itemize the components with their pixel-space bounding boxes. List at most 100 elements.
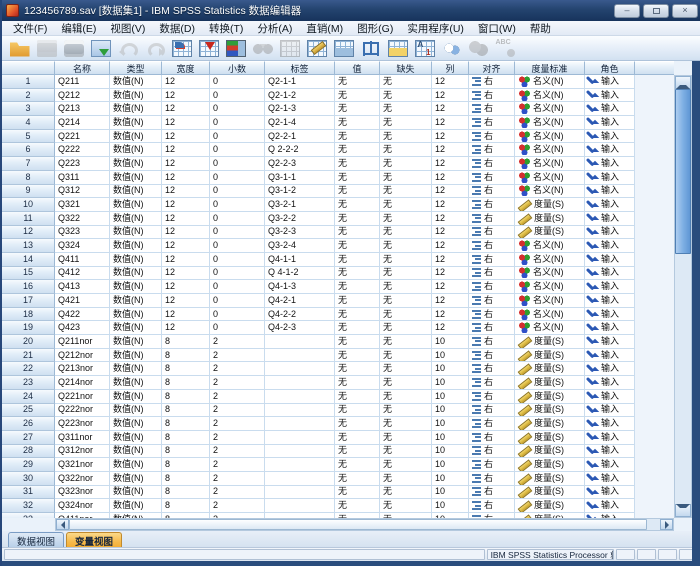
columns-cell[interactable]: 12 [432,157,469,171]
align-cell[interactable]: 右 [469,458,515,472]
label-cell[interactable]: Q3-2-2 [265,212,335,226]
name-cell[interactable]: Q213 [55,102,110,116]
align-cell[interactable]: 右 [469,212,515,226]
decimals-cell[interactable]: 0 [210,75,265,89]
missing-cell[interactable]: 无 [380,143,432,157]
width-cell[interactable]: 8 [162,431,210,445]
missing-cell[interactable]: 无 [380,239,432,253]
type-cell[interactable]: 数值(N) [110,404,162,418]
columns-cell[interactable]: 10 [432,431,469,445]
measure-cell[interactable]: 名义(N) [515,171,585,185]
role-cell[interactable]: 输入 [585,390,635,404]
type-cell[interactable]: 数值(N) [110,349,162,363]
align-cell[interactable]: 右 [469,280,515,294]
type-cell[interactable]: 数值(N) [110,335,162,349]
decimals-cell[interactable]: 2 [210,376,265,390]
decimals-cell[interactable]: 0 [210,294,265,308]
row-number[interactable]: 29 [2,458,55,472]
row-number[interactable]: 6 [2,143,55,157]
name-cell[interactable]: Q322 [55,212,110,226]
col-header-name[interactable]: 名称 [55,61,110,75]
columns-cell[interactable]: 12 [432,239,469,253]
columns-cell[interactable]: 12 [432,102,469,116]
col-header-decimals[interactable]: 小数 [210,61,265,75]
values-cell[interactable]: 无 [335,321,380,335]
label-cell[interactable]: Q4-2-1 [265,294,335,308]
type-cell[interactable]: 数值(N) [110,280,162,294]
role-cell[interactable]: 输入 [585,308,635,322]
align-cell[interactable]: 右 [469,486,515,500]
measure-cell[interactable]: 度量(S) [515,458,585,472]
label-cell[interactable] [265,458,335,472]
align-cell[interactable]: 右 [469,226,515,240]
align-cell[interactable]: 右 [469,89,515,103]
values-cell[interactable]: 无 [335,198,380,212]
name-cell[interactable]: Q221nor [55,390,110,404]
width-cell[interactable]: 8 [162,472,210,486]
label-cell[interactable] [265,486,335,500]
menu-direct-marketing[interactable]: 直销(M) [299,20,350,37]
measure-cell[interactable]: 度量(S) [515,404,585,418]
columns-cell[interactable]: 12 [432,321,469,335]
missing-cell[interactable]: 无 [380,253,432,267]
width-cell[interactable]: 8 [162,335,210,349]
values-cell[interactable]: 无 [335,253,380,267]
type-cell[interactable]: 数值(N) [110,171,162,185]
role-cell[interactable]: 输入 [585,294,635,308]
decimals-cell[interactable]: 2 [210,362,265,376]
measure-cell[interactable]: 度量(S) [515,417,585,431]
role-cell[interactable]: 输入 [585,472,635,486]
row-number[interactable]: 4 [2,116,55,130]
decimals-cell[interactable]: 0 [210,102,265,116]
type-cell[interactable]: 数值(N) [110,321,162,335]
row-number[interactable]: 3 [2,102,55,116]
type-cell[interactable]: 数值(N) [110,486,162,500]
measure-cell[interactable]: 名义(N) [515,89,585,103]
width-cell[interactable]: 8 [162,390,210,404]
type-cell[interactable]: 数值(N) [110,472,162,486]
menu-edit[interactable]: 编辑(E) [54,20,103,37]
align-cell[interactable]: 右 [469,157,515,171]
undo-button[interactable] [114,37,141,60]
row-number[interactable]: 23 [2,376,55,390]
values-cell[interactable]: 无 [335,390,380,404]
col-header-align[interactable]: 对齐 [469,61,515,75]
align-cell[interactable]: 右 [469,445,515,459]
align-cell[interactable]: 右 [469,472,515,486]
split-file-button[interactable] [330,37,357,60]
type-cell[interactable]: 数值(N) [110,102,162,116]
columns-cell[interactable]: 10 [432,445,469,459]
name-cell[interactable]: Q322nor [55,472,110,486]
missing-cell[interactable]: 无 [380,157,432,171]
type-cell[interactable]: 数值(N) [110,499,162,513]
decimals-cell[interactable]: 0 [210,143,265,157]
measure-cell[interactable]: 度量(S) [515,349,585,363]
role-cell[interactable]: 输入 [585,89,635,103]
measure-cell[interactable]: 名义(N) [515,157,585,171]
name-cell[interactable]: Q423 [55,321,110,335]
align-cell[interactable]: 右 [469,267,515,281]
name-cell[interactable]: Q323nor [55,486,110,500]
missing-cell[interactable]: 无 [380,390,432,404]
type-cell[interactable]: 数值(N) [110,458,162,472]
label-cell[interactable] [265,390,335,404]
find-button[interactable] [249,37,276,60]
label-cell[interactable]: Q3-1-2 [265,185,335,199]
decimals-cell[interactable]: 0 [210,239,265,253]
role-cell[interactable]: 输入 [585,102,635,116]
role-cell[interactable]: 输入 [585,198,635,212]
role-cell[interactable]: 输入 [585,417,635,431]
type-cell[interactable]: 数值(N) [110,157,162,171]
align-cell[interactable]: 右 [469,75,515,89]
open-data-button[interactable] [6,37,33,60]
missing-cell[interactable]: 无 [380,472,432,486]
label-cell[interactable] [265,499,335,513]
save-button[interactable] [33,37,60,60]
measure-cell[interactable]: 名义(N) [515,116,585,130]
vertical-scrollbar[interactable] [674,75,692,518]
measure-cell[interactable]: 度量(S) [515,390,585,404]
missing-cell[interactable]: 无 [380,362,432,376]
type-cell[interactable]: 数值(N) [110,445,162,459]
width-cell[interactable]: 12 [162,171,210,185]
columns-cell[interactable]: 10 [432,390,469,404]
